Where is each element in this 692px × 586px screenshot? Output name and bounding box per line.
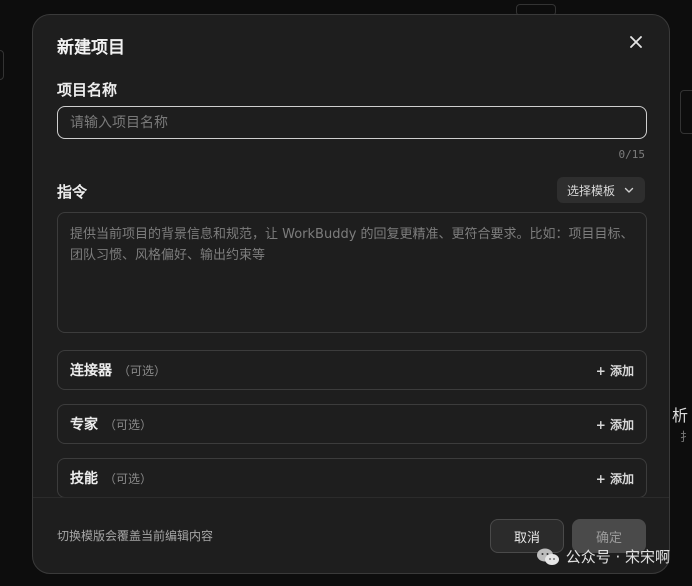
select-template-button[interactable]: 选择模板 [556, 177, 645, 203]
add-connector-button[interactable]: + 添加 [596, 362, 634, 379]
expert-optional-hint: （可选） [104, 417, 153, 432]
new-project-dialog: 新建项目 项目名称 0/15 指令 选择模板 连接器 （可选） + 添加 专家 … [32, 14, 670, 574]
background-text: 扌 [680, 430, 692, 444]
expert-row: 专家 （可选） + 添加 [57, 404, 647, 444]
close-icon [630, 36, 642, 48]
background-card [0, 50, 4, 80]
expert-title: 专家 [70, 417, 98, 433]
skill-row: 技能 （可选） + 添加 [57, 458, 647, 498]
project-name-input[interactable] [57, 106, 647, 139]
wechat-icon [536, 548, 559, 565]
add-expert-button[interactable]: + 添加 [596, 416, 634, 433]
background-card [680, 90, 692, 134]
select-template-label: 选择模板 [566, 183, 615, 198]
add-skill-button[interactable]: + 添加 [596, 470, 634, 487]
close-button[interactable] [625, 31, 647, 53]
dialog-title: 新建项目 [57, 38, 125, 58]
connector-optional-hint: （可选） [118, 363, 167, 378]
connector-row: 连接器 （可选） + 添加 [57, 350, 647, 390]
footer-hint: 切换模版会覆盖当前编辑内容 [57, 529, 214, 543]
chevron-down-icon [624, 187, 634, 193]
watermark-text: 公众号 · 宋宋啊 [565, 548, 670, 566]
instruction-textarea[interactable] [57, 212, 647, 333]
skill-optional-hint: （可选） [104, 471, 153, 486]
connector-title: 连接器 [70, 363, 112, 379]
char-counter: 0/15 [618, 148, 646, 161]
footer-divider [33, 497, 669, 498]
project-name-label: 项目名称 [57, 81, 118, 99]
skill-title: 技能 [70, 471, 98, 487]
watermark: 公众号 · 宋宋啊 [536, 546, 670, 567]
instruction-label: 指令 [57, 183, 88, 201]
background-text: 析 [672, 406, 689, 425]
